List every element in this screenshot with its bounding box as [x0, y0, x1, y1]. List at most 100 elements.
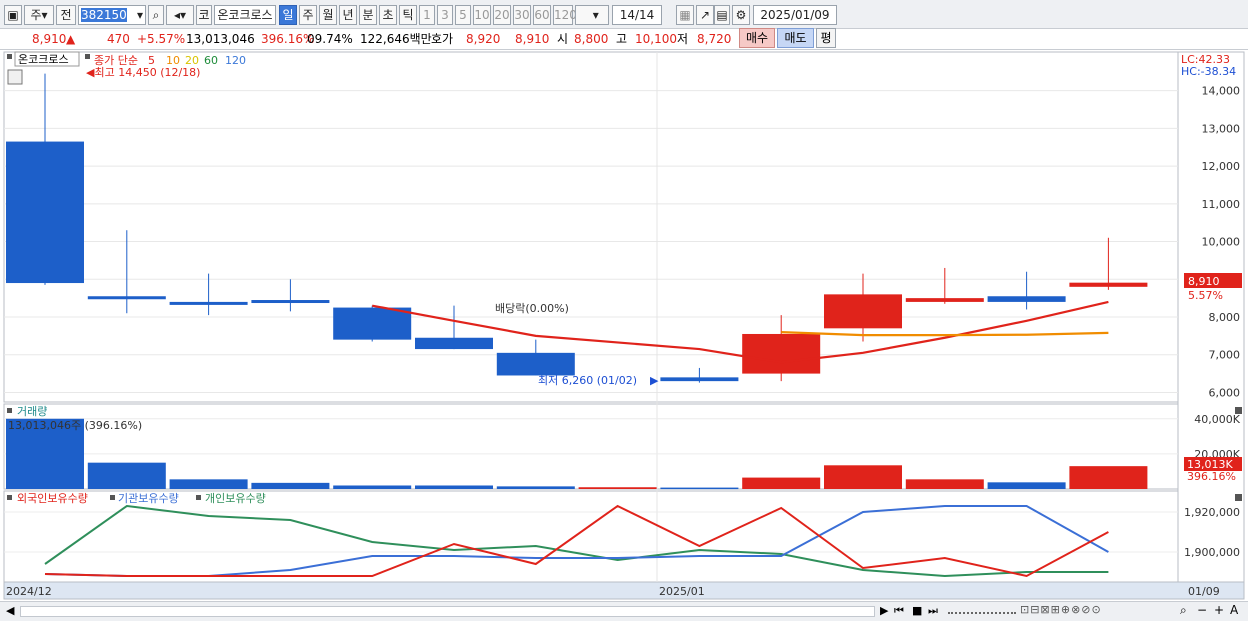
price-panel-frame [3, 51, 1179, 403]
x-axis-frame [3, 581, 1245, 600]
stock-code-value: 382150 [81, 8, 127, 22]
drawing-icon[interactable]: ↗ [696, 5, 714, 25]
interval-1[interactable]: 1 [419, 5, 435, 25]
ma-bullet-icon [85, 54, 90, 59]
sell-button[interactable]: 매도 [777, 28, 814, 48]
period-day-tab[interactable]: 일 [279, 5, 297, 25]
price-y-tick: 11,000 [1202, 198, 1241, 211]
zoom-search-icon[interactable]: ⌕ [1180, 603, 1187, 618]
interval-30[interactable]: 30 [513, 5, 531, 25]
date-input[interactable]: 2025/01/09 ▦ [753, 5, 837, 40]
auto-scale-icon[interactable]: A [1230, 603, 1238, 617]
x-label-right: 01/09 [1188, 585, 1220, 598]
interval-3[interactable]: 3 [437, 5, 453, 25]
ko-button[interactable]: 코 [196, 5, 212, 25]
all-button[interactable]: 전 [56, 5, 76, 25]
interval-60[interactable]: 60 [533, 5, 551, 25]
buy-button[interactable]: 매수 [739, 28, 775, 48]
interval-5[interactable]: 5 [455, 5, 471, 25]
low-label: 저 [677, 32, 689, 46]
volume-panel-close-icon[interactable] [1235, 407, 1242, 414]
candle-body [660, 377, 739, 382]
volume-bar [824, 465, 902, 489]
interval-120[interactable]: 120 [553, 5, 577, 25]
trade-amount: 122,646백만 [360, 32, 432, 46]
price-change-pct: +5.57% [137, 32, 186, 46]
volume-bar [1069, 466, 1148, 489]
price-y-tick: 13,000 [1202, 122, 1241, 135]
holdings-y-tick: 1,900,000 [1184, 546, 1240, 559]
volume-current-pct: 396.16% [1187, 470, 1236, 483]
legend-bullet-icon [110, 495, 115, 500]
volume-bar [496, 486, 575, 489]
average-button[interactable]: 평 [816, 28, 836, 48]
search-icon[interactable]: ⌕ [148, 5, 164, 25]
volume-bar [169, 479, 248, 489]
candle-body [905, 298, 984, 302]
count-value: 14 [619, 8, 635, 22]
interval-custom-select[interactable]: ▾ [575, 5, 609, 25]
high-label: 고 [616, 32, 628, 46]
market-select[interactable]: 주▾ [24, 5, 54, 25]
current-price-tag: 8,910 [1188, 275, 1220, 288]
dividend-note: 배당락(0.00%) [495, 302, 569, 315]
period-tick-tab[interactable]: 틱 [399, 5, 417, 25]
volume-title: 거래량 [17, 405, 47, 418]
holdings-panel-close-icon[interactable] [1235, 494, 1242, 501]
candle-body [6, 141, 84, 284]
stock-name-field[interactable]: 온코크로스 [214, 5, 276, 25]
period-second-tab[interactable]: 초 [379, 5, 397, 25]
holdings-bullet-icon [7, 495, 12, 500]
zoom-out-icon[interactable]: − [1197, 603, 1207, 617]
volume-y-tick: 40,000K [1194, 413, 1240, 426]
save-icon[interactable]: ▤ [714, 5, 730, 25]
stock-code-input[interactable]: 382150 ▾ [78, 5, 146, 25]
top-toolbar: ▣ 주▾ 전 382150 ▾ ⌕ ◂▾ 코 온코크로스 일 주 월 년 분 초 … [0, 0, 1248, 40]
candle-body [169, 301, 248, 305]
volume-bar [660, 487, 739, 490]
x-label-jan: 2025/01 [659, 585, 705, 598]
period-month-tab[interactable]: 월 [319, 5, 337, 25]
zoom-slider[interactable] [948, 608, 1016, 614]
volume-bar [87, 462, 166, 489]
scroll-track[interactable] [20, 606, 875, 617]
legend-bullet-icon [196, 495, 201, 500]
tool-icons[interactable]: ⊡⊟⊠⊞⊕⊗⊘⊙ [1020, 603, 1102, 616]
bottom-scrollbar: ◀ ▶ ⏮ ■ ⏭ ⊡⊟⊠⊞⊕⊗⊘⊙ ⌕ − + A [0, 601, 1248, 621]
low-note: 최저 6,260 (01/02) [538, 374, 637, 387]
gear-icon[interactable]: ⚙ [732, 5, 750, 25]
first-page-icon[interactable]: ⏮ [894, 604, 904, 618]
quote-label: 호가 [431, 32, 454, 46]
period-week-tab[interactable]: 주 [299, 5, 317, 25]
stop-icon[interactable]: ■ [912, 604, 922, 617]
interval-20[interactable]: 20 [493, 5, 511, 25]
speaker-icon[interactable]: ◂▾ [166, 5, 194, 25]
candle-body [87, 296, 166, 300]
count-input[interactable]: 14/14 [612, 5, 662, 25]
window-menu-icon[interactable]: ▣ [4, 5, 22, 25]
high-note: ◀최고 14,450 (12/18) [86, 66, 200, 79]
count-total: 14 [639, 8, 655, 22]
volume-bar [987, 482, 1066, 489]
volume-note: 13,013,046주 (396.16%) [8, 419, 142, 432]
volume-bar [333, 485, 412, 489]
period-minute-tab[interactable]: 분 [359, 5, 377, 25]
candle-body [496, 352, 575, 376]
zoom-in-icon[interactable]: + [1214, 603, 1224, 617]
current-pct-tag: 5.57% [1188, 289, 1223, 302]
scroll-left-icon[interactable]: ◀ [6, 604, 14, 617]
scroll-right-icon[interactable]: ▶ [880, 604, 888, 617]
compare-icon[interactable]: ▦ [676, 5, 694, 25]
volume-bar [251, 482, 330, 489]
period-year-tab[interactable]: 년 [339, 5, 357, 25]
stock-chart[interactable]: 14,00013,00012,00011,00010,0009,0008,000… [0, 50, 1248, 601]
x-label-dec: 2024/12 [6, 585, 52, 598]
ma-120-label: 120 [225, 54, 246, 67]
interval-10[interactable]: 10 [473, 5, 491, 25]
candle-body [742, 333, 821, 374]
high-price: 10,100 [635, 32, 677, 46]
ask-price: 8,910 [515, 32, 550, 46]
table-icon[interactable] [7, 69, 23, 85]
candle-body [415, 337, 493, 350]
last-page-icon[interactable]: ⏭ [928, 604, 938, 618]
